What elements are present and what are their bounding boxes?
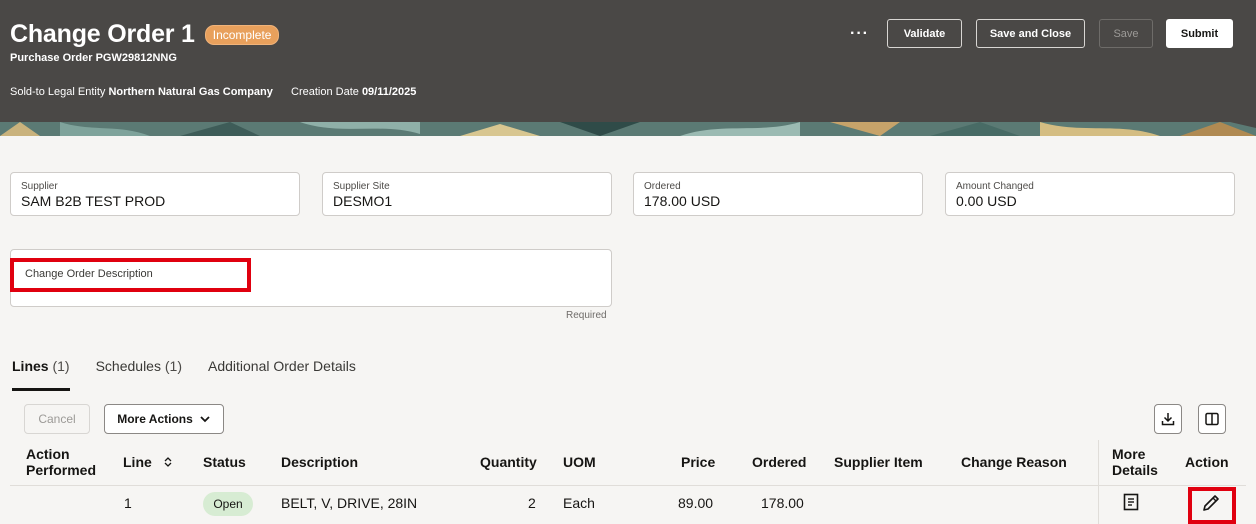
supplier-site-label: Supplier Site bbox=[333, 181, 390, 192]
validate-button[interactable]: Validate bbox=[887, 19, 962, 48]
ordered-field: Ordered 178.00 USD bbox=[633, 172, 923, 216]
tab-lines-count: (1) bbox=[52, 358, 70, 374]
cancel-button[interactable]: Cancel bbox=[24, 404, 90, 434]
tab-schedules[interactable]: Schedules (1) bbox=[96, 358, 182, 391]
column-header-change-reason: Change Reason bbox=[961, 454, 1067, 470]
purchase-order-subtitle: Purchase Order PGW29812NNG bbox=[10, 52, 177, 64]
ordered-label: Ordered bbox=[644, 181, 681, 192]
status-badge: Incomplete bbox=[204, 24, 280, 45]
row-price: 89.00 bbox=[678, 495, 714, 511]
supplier-site-value: DESMO1 bbox=[333, 193, 393, 209]
more-options-icon[interactable]: ··· bbox=[850, 25, 869, 43]
tab-bar: Lines (1) Schedules (1) Additional Order… bbox=[12, 358, 382, 391]
column-header-description: Description bbox=[281, 454, 359, 470]
more-actions-button[interactable]: More Actions bbox=[104, 404, 224, 434]
page-header: Change Order 1 Incomplete Purchase Order… bbox=[0, 0, 1256, 136]
tab-additional-order-details[interactable]: Additional Order Details bbox=[208, 358, 356, 391]
ordered-value: 178.00 USD bbox=[644, 193, 721, 209]
more-actions-label: More Actions bbox=[117, 412, 193, 426]
action-performed-line2: Performed bbox=[26, 462, 97, 478]
details-document-icon[interactable] bbox=[1123, 493, 1139, 511]
tab-additional-label: Additional Order Details bbox=[208, 358, 356, 374]
submit-button[interactable]: Submit bbox=[1166, 19, 1233, 48]
supplier-label: Supplier bbox=[21, 181, 58, 192]
creation-date-label: Creation Date bbox=[291, 86, 359, 98]
amount-changed-label: Amount Changed bbox=[956, 181, 1034, 192]
line-header-label: Line bbox=[123, 454, 152, 470]
column-header-uom: UOM bbox=[563, 454, 596, 470]
header-decoration bbox=[0, 122, 1256, 136]
column-header-action-performed: Action Performed bbox=[26, 446, 96, 478]
amount-changed-value: 0.00 USD bbox=[956, 193, 1017, 209]
amount-changed-field: Amount Changed 0.00 USD bbox=[945, 172, 1235, 216]
row-line-number: 1 bbox=[124, 495, 132, 511]
column-header-action: Action bbox=[1185, 454, 1229, 470]
status-badge-open: Open bbox=[203, 492, 253, 516]
column-header-status: Status bbox=[203, 454, 246, 470]
column-separator bbox=[1098, 440, 1099, 524]
column-header-ordered: Ordered bbox=[752, 454, 807, 470]
column-header-more-details: More Details bbox=[1112, 446, 1158, 478]
row-quantity: 2 bbox=[528, 495, 536, 511]
title-row: Change Order 1 Incomplete bbox=[10, 20, 280, 49]
supplier-field: Supplier SAM B2B TEST PROD bbox=[10, 172, 300, 216]
sort-icon bbox=[164, 457, 172, 467]
supplier-value: SAM B2B TEST PROD bbox=[21, 193, 166, 209]
chevron-down-icon bbox=[200, 416, 210, 423]
more-details-line2: Details bbox=[1112, 462, 1158, 478]
columns-icon bbox=[1205, 412, 1219, 426]
creation-date-value: 09/11/2025 bbox=[361, 86, 417, 98]
header-meta: Sold-to Legal Entity Northern Natural Ga… bbox=[10, 86, 416, 98]
save-button[interactable]: Save bbox=[1099, 19, 1153, 48]
row-uom: Each bbox=[563, 495, 595, 511]
page-title: Change Order 1 bbox=[10, 20, 195, 48]
row-ordered: 178.00 bbox=[761, 495, 804, 511]
highlight-box-edit bbox=[1188, 487, 1236, 524]
more-details-line1: More bbox=[1112, 446, 1146, 462]
highlight-box-description bbox=[10, 258, 251, 292]
tab-lines[interactable]: Lines (1) bbox=[12, 358, 70, 391]
tab-schedules-label: Schedules bbox=[95, 358, 161, 374]
column-header-line[interactable]: Line bbox=[123, 454, 173, 470]
row-description: BELT, V, DRIVE, 28IN bbox=[281, 495, 418, 511]
column-header-quantity: Quantity bbox=[480, 454, 537, 470]
save-and-close-button[interactable]: Save and Close bbox=[976, 19, 1085, 48]
column-header-price: Price bbox=[681, 454, 716, 470]
tab-schedules-count: (1) bbox=[164, 358, 182, 374]
legal-entity-value: Northern Natural Gas Company bbox=[108, 86, 273, 98]
supplier-site-field: Supplier Site DESMO1 bbox=[322, 172, 612, 216]
export-button[interactable] bbox=[1154, 404, 1182, 434]
column-layout-button[interactable] bbox=[1198, 404, 1226, 434]
required-hint: Required bbox=[566, 310, 607, 321]
download-icon bbox=[1161, 413, 1175, 426]
column-header-supplier-item: Supplier Item bbox=[834, 454, 923, 470]
header-divider bbox=[10, 485, 1246, 486]
legal-entity-label: Sold-to Legal Entity bbox=[10, 86, 106, 98]
tab-lines-label: Lines bbox=[12, 358, 49, 374]
action-performed-line1: Action bbox=[26, 446, 70, 462]
